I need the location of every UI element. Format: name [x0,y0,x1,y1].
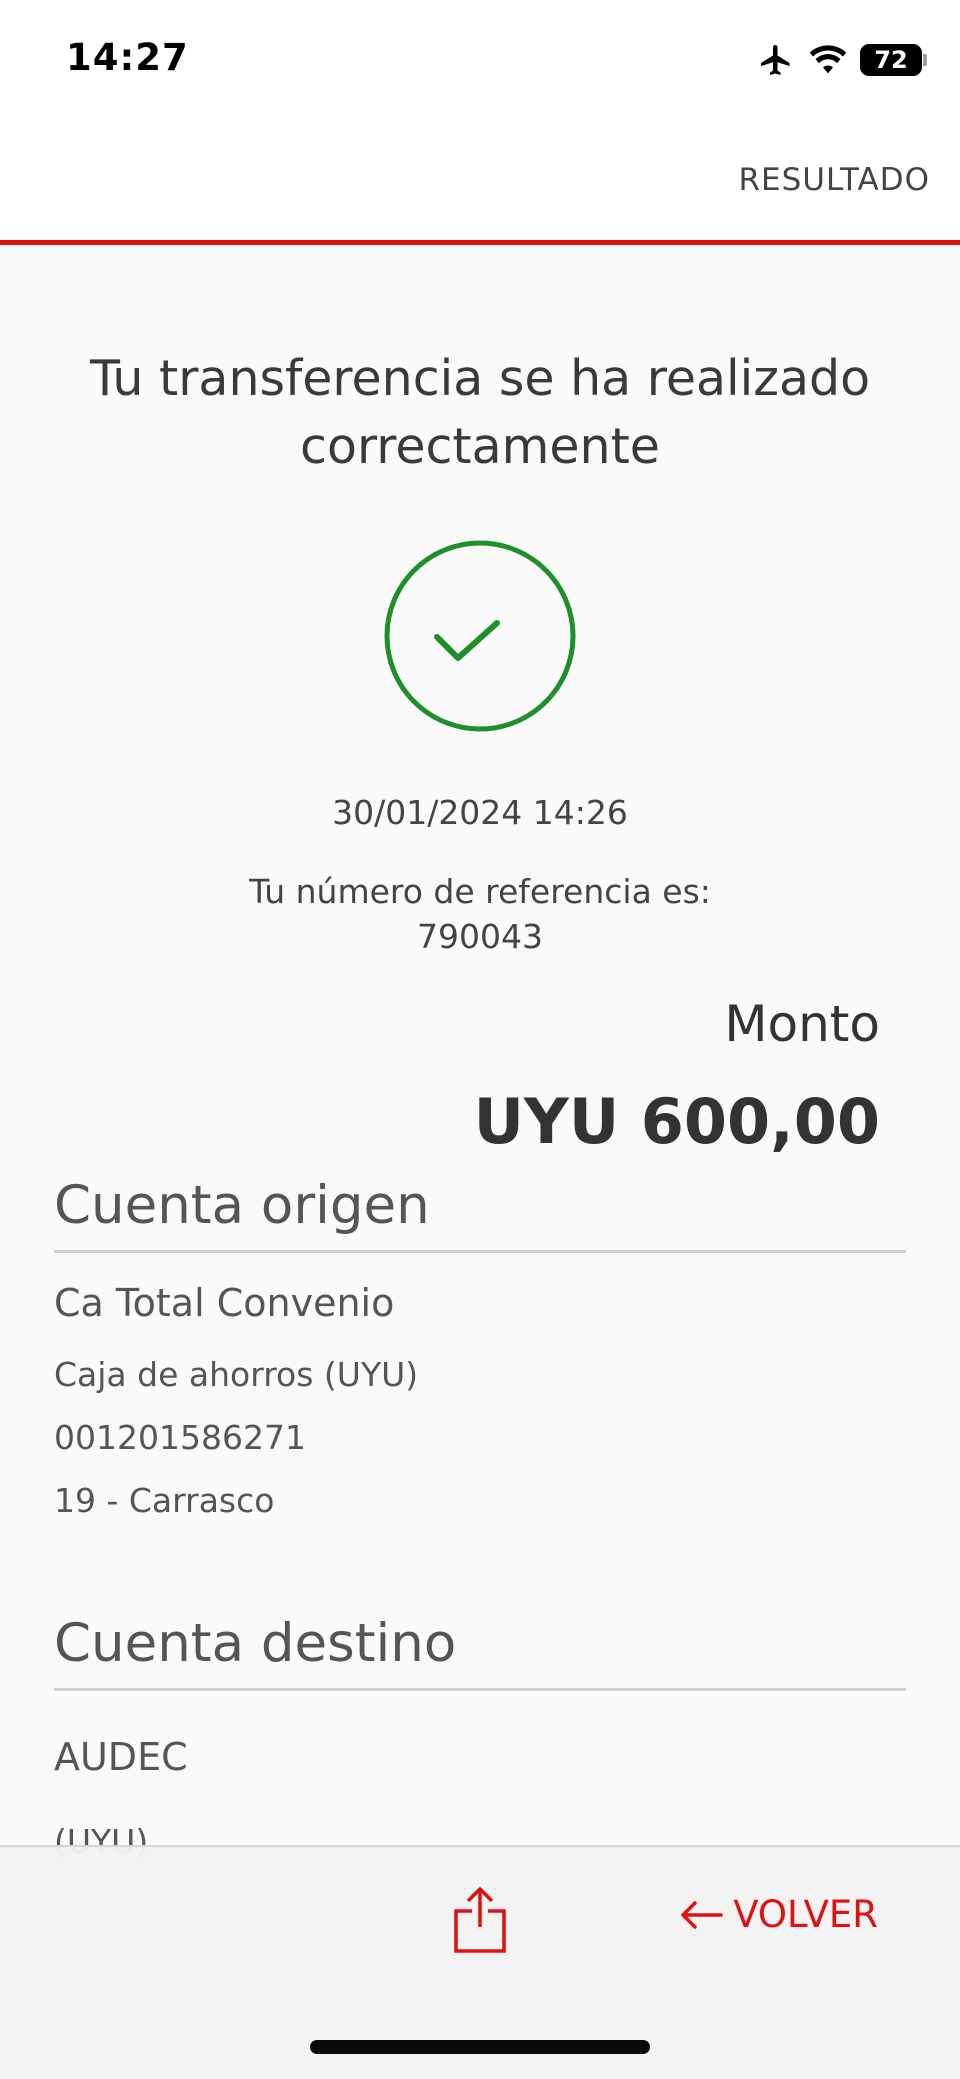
check-circle-icon [384,540,576,732]
back-button-label: VOLVER [733,1893,878,1936]
page-title: RESULTADO [738,162,930,198]
result-content[interactable]: Tu transferencia se ha realizado correct… [0,245,960,1861]
destination-account-title: Cuenta destino [54,1613,457,1674]
share-icon[interactable] [452,1885,508,1955]
battery-icon: 72 [860,44,927,76]
origin-branch: 19 - Carrasco [54,1481,275,1520]
transfer-datetime: 30/01/2024 14:26 [332,793,628,832]
origin-divider [54,1250,906,1253]
amount-value: UYU 600,00 [473,1085,880,1158]
battery-level: 72 [874,46,908,74]
arrow-left-icon [681,1900,724,1929]
home-indicator [310,2040,650,2054]
airplane-icon [761,45,790,75]
origin-account-number: 001201586271 [54,1418,306,1457]
bottom-action-bar: VOLVER [0,1845,960,2079]
back-button[interactable]: VOLVER [679,1893,878,1936]
destination-account-name: AUDEC [54,1735,188,1779]
status-time: 14:27 [66,36,189,79]
origin-account-title: Cuenta origen [54,1175,430,1236]
destination-divider [54,1688,906,1691]
reference-number: 790043 [417,917,543,956]
status-bar: 14:27 72 [0,0,960,120]
amount-label: Monto [724,995,880,1053]
origin-account-type: Caja de ahorros (UYU) [54,1355,419,1394]
page-header: RESULTADO [0,120,960,240]
status-icons: 72 [756,40,927,80]
origin-account-name: Ca Total Convenio [54,1281,395,1325]
wifi-icon [809,45,847,74]
reference-label: Tu número de referencia es: [249,872,711,911]
success-message: Tu transferencia se ha realizado correct… [89,350,871,475]
